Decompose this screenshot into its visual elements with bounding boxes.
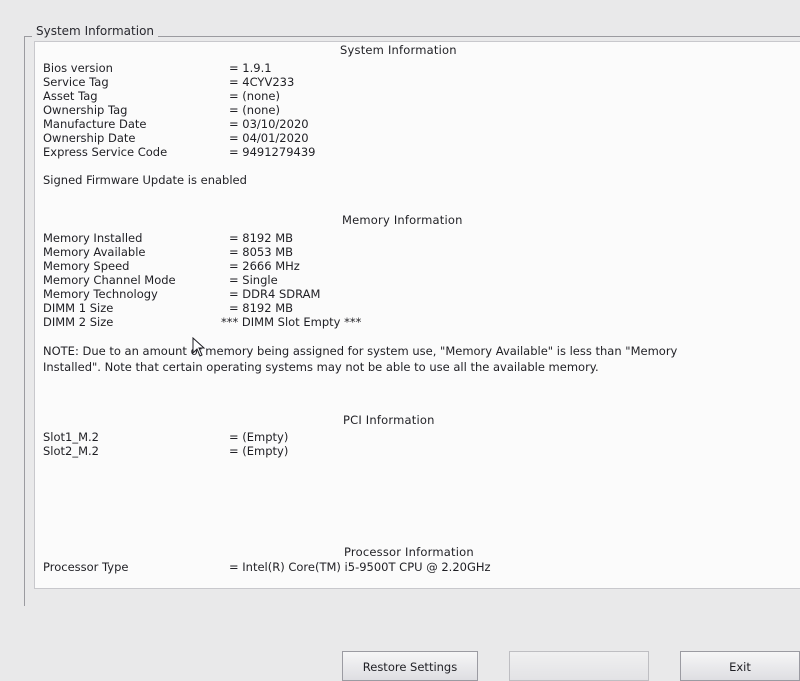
- ownership-date-value: = 04/01/2020: [229, 131, 309, 145]
- express-service-code-value: = 9491279439: [229, 145, 316, 159]
- asset-tag-value: = (none): [229, 89, 280, 103]
- processor-type-value: = Intel(R) Core(TM) i5-9500T CPU @ 2.20G…: [229, 560, 491, 574]
- disabled-button[interactable]: [509, 651, 649, 681]
- info-panel: System Information Bios version = 1.9.1 …: [34, 41, 800, 589]
- slot1-m2-value: = (Empty): [229, 430, 289, 444]
- memory-available-value: = 8053 MB: [229, 245, 294, 259]
- dimm1-size-value: = 8192 MB: [229, 301, 294, 315]
- asset-tag-label: Asset Tag: [43, 89, 98, 103]
- slot2-m2-label: Slot2_M.2: [43, 444, 100, 458]
- slot2-m2-value: = (Empty): [229, 444, 289, 458]
- memory-note: NOTE: Due to an amount of memory being a…: [43, 344, 678, 374]
- exit-button[interactable]: Exit: [680, 651, 800, 681]
- manufacture-date-label: Manufacture Date: [43, 117, 147, 131]
- bios-version-label: Bios version: [43, 61, 113, 75]
- memory-info-heading: Memory Information: [342, 213, 463, 227]
- memory-installed-label: Memory Installed: [43, 231, 143, 245]
- dimm2-size-value: *** DIMM Slot Empty ***: [221, 315, 362, 329]
- firmware-update-status: Signed Firmware Update is enabled: [43, 173, 247, 187]
- ownership-tag-label: Ownership Tag: [43, 103, 128, 117]
- express-service-code-label: Express Service Code: [43, 145, 168, 159]
- processor-info-heading: Processor Information: [344, 545, 474, 559]
- bios-version-value: = 1.9.1: [229, 61, 272, 75]
- dimm2-size-label: DIMM 2 Size: [43, 315, 114, 329]
- memory-technology-label: Memory Technology: [43, 287, 158, 301]
- pci-info-heading: PCI Information: [343, 413, 435, 427]
- system-info-heading: System Information: [340, 43, 457, 57]
- processor-type-label: Processor Type: [43, 560, 129, 574]
- memory-speed-value: = 2666 MHz: [229, 259, 300, 273]
- memory-installed-value: = 8192 MB: [229, 231, 294, 245]
- dimm1-size-label: DIMM 1 Size: [43, 301, 114, 315]
- mouse-pointer-icon: [192, 337, 206, 357]
- manufacture-date-value: = 03/10/2020: [229, 117, 309, 131]
- restore-settings-button[interactable]: Restore Settings: [342, 651, 478, 681]
- memory-channel-mode-label: Memory Channel Mode: [43, 273, 176, 287]
- service-tag-label: Service Tag: [43, 75, 109, 89]
- ownership-tag-value: = (none): [229, 103, 280, 117]
- ownership-date-label: Ownership Date: [43, 131, 136, 145]
- memory-speed-label: Memory Speed: [43, 259, 130, 273]
- slot1-m2-label: Slot1_M.2: [43, 430, 100, 444]
- group-title: System Information: [32, 24, 159, 38]
- service-tag-value: = 4CYV233: [229, 75, 295, 89]
- memory-channel-mode-value: = Single: [229, 273, 278, 287]
- memory-available-label: Memory Available: [43, 245, 146, 259]
- memory-technology-value: = DDR4 SDRAM: [229, 287, 321, 301]
